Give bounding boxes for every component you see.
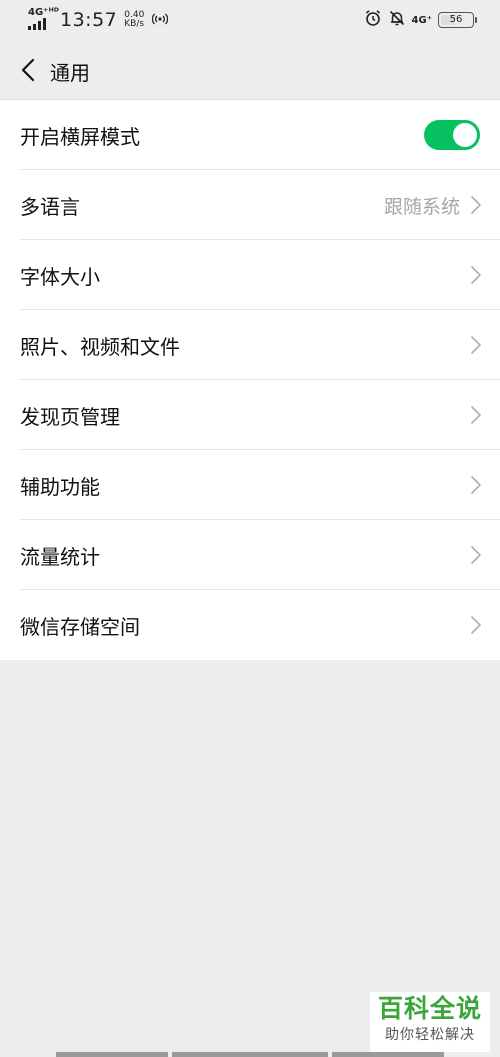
setting-label: 开启横屏模式 — [20, 124, 140, 149]
watermark-title: 百科全说 — [377, 994, 482, 1023]
setting-media[interactable]: 照片、视频和文件 — [0, 310, 500, 380]
cellular-signal-icon: 4G⁺ᴴᴰ — [28, 7, 59, 32]
setting-label: 多语言 — [20, 194, 80, 219]
hotspot-icon — [152, 13, 169, 28]
chevron-right-icon — [471, 336, 481, 354]
setting-data-usage[interactable]: 流量统计 — [0, 520, 500, 590]
chevron-right-icon — [471, 616, 481, 634]
setting-label: 流量统计 — [20, 544, 100, 569]
setting-language[interactable]: 多语言 跟随系统 — [0, 170, 500, 240]
page-title: 通用 — [50, 61, 90, 85]
network-speed-unit: KB/s — [124, 19, 145, 29]
setting-label: 照片、视频和文件 — [20, 334, 180, 359]
alarm-icon — [364, 9, 382, 31]
chevron-right-icon — [471, 476, 481, 494]
watermark: 百科全说 助你轻松解决 — [370, 992, 490, 1052]
setting-landscape-mode: 开启横屏模式 — [0, 100, 500, 170]
setting-label: 字体大小 — [20, 264, 100, 289]
setting-discover[interactable]: 发现页管理 — [0, 380, 500, 450]
nav-bar: 通用 — [0, 40, 500, 100]
network-speed: 0.40 KB/s — [124, 11, 144, 29]
chevron-right-icon — [471, 196, 481, 214]
chevron-right-icon — [471, 546, 481, 564]
setting-accessibility[interactable]: 辅助功能 — [0, 450, 500, 520]
muted-bell-icon — [388, 9, 406, 31]
battery-level: 56 — [449, 14, 463, 25]
network-4g-icon: 4G⁺ — [411, 14, 432, 26]
watermark-subtitle: 助你轻松解决 — [385, 1027, 475, 1043]
network-type: 4G⁺ᴴᴰ — [28, 7, 59, 18]
chevron-right-icon — [471, 266, 481, 284]
landscape-toggle[interactable] — [424, 120, 480, 150]
setting-label: 微信存储空间 — [20, 614, 140, 639]
setting-value: 跟随系统 — [383, 195, 460, 218]
gesture-bar-center[interactable] — [172, 1052, 328, 1057]
battery-icon: 56 — [438, 12, 477, 28]
setting-font-size[interactable]: 字体大小 — [0, 240, 500, 310]
chevron-left-icon — [21, 58, 35, 82]
setting-label: 辅助功能 — [20, 474, 100, 499]
back-button[interactable] — [10, 52, 46, 88]
setting-label: 发现页管理 — [20, 404, 120, 429]
settings-list: 开启横屏模式 多语言 跟随系统 字体大小 照片、视频和文件 发现页管理 辅助功能… — [0, 100, 500, 660]
clock: 13:57 — [60, 9, 118, 31]
gesture-bar-left[interactable] — [56, 1052, 168, 1057]
status-bar: 4G⁺ᴴᴰ 13:57 0.40 KB/s 4G⁺ 56 — [0, 0, 500, 40]
gesture-bar-right[interactable] — [332, 1052, 444, 1057]
setting-storage[interactable]: 微信存储空间 — [0, 590, 500, 660]
chevron-right-icon — [471, 406, 481, 424]
